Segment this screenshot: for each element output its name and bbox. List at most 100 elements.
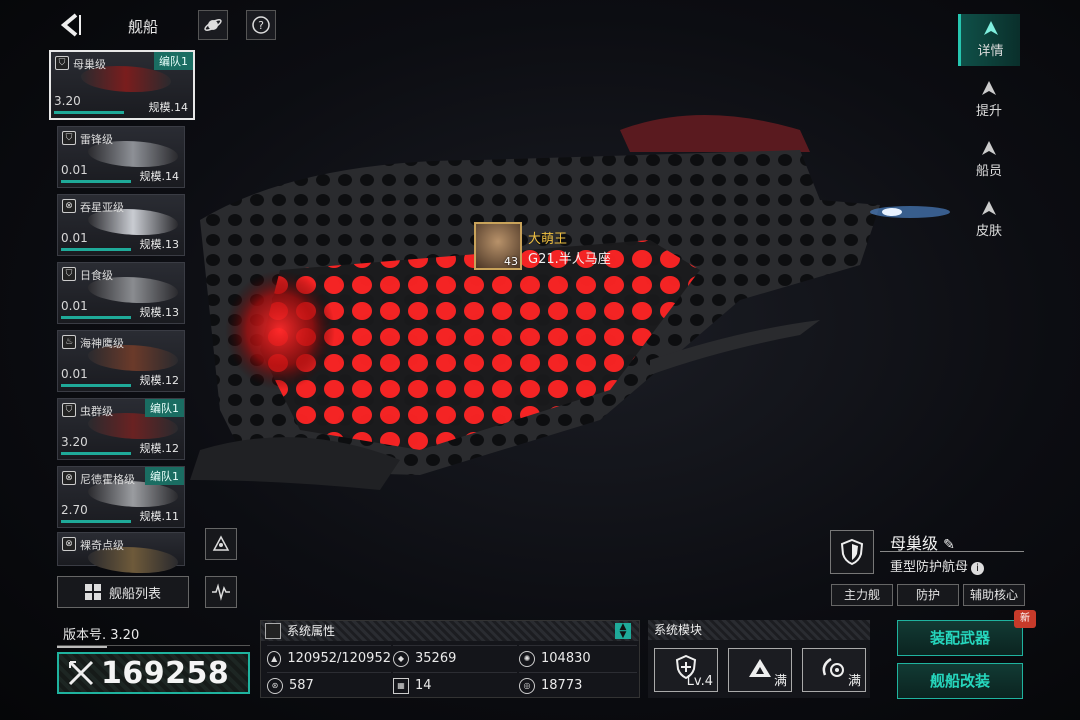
tab-upgrade[interactable]: 提升 (958, 74, 1020, 126)
ship-class-badge (830, 530, 874, 574)
stats-button[interactable] (205, 576, 237, 608)
attributes-icon (265, 623, 281, 639)
role-tag: 主力舰 (831, 584, 893, 606)
ship-class-icon: ⊗ (62, 199, 76, 213)
ship-card[interactable]: ⛉ 母巢级 编队1 3.20 规模.14 (49, 50, 195, 120)
module-attack-button[interactable]: 满 (728, 648, 792, 692)
target-icon: ◎ (519, 677, 535, 694)
ship-card[interactable]: ⊗ 吞星亚级 0.01 规模.13 (57, 194, 185, 256)
fleet-icon (212, 535, 230, 551)
ship-card[interactable]: ⛉ 雷锋级 0.01 规模.14 (57, 126, 185, 188)
ship-scale: 规模.13 (139, 238, 180, 251)
tab-label: 详情 (977, 44, 1004, 59)
ship-type: 重型防护航母 i (890, 556, 985, 575)
gear-rotate-icon (822, 657, 844, 677)
ship-class-name: 雷锋级 (80, 133, 113, 146)
divider (880, 551, 1024, 552)
ship-scale: 规模.14 (148, 101, 189, 114)
ship-class-name: 吞星亚级 (80, 201, 124, 214)
ship-version: 0.01 (61, 367, 88, 381)
player-level: 43 (504, 255, 518, 268)
ship-class-name: 海神鹰级 (80, 337, 124, 350)
waveform-icon (212, 583, 230, 601)
player-avatar[interactable]: 43 (474, 222, 522, 270)
tab-crew[interactable]: 船员 (958, 134, 1020, 186)
chevron-left-icon (60, 13, 81, 37)
system-attributes-panel: 系统属性 ▲ ▼ ▲ 120952/120952 ◆ 35269 ✺ 104830 ⊛ 5… (260, 620, 640, 698)
speed-icon: ⊛ (267, 677, 283, 694)
ship-card[interactable]: ♨ 海神鹰级 0.01 规模.12 (57, 330, 185, 392)
ship-scale: 规模.13 (139, 306, 180, 319)
tab-label: 船员 (975, 164, 1002, 179)
ship-class-name: 母巢级 (73, 58, 106, 71)
attr-value: 18773 (541, 678, 583, 693)
tab-label: 提升 (975, 104, 1002, 119)
detail-icon (983, 21, 998, 35)
ship-class-name: 尼德霍格级 (80, 473, 135, 486)
energy-icon: ✺ (519, 650, 535, 667)
progress-bar (54, 111, 124, 114)
ship-card[interactable]: ⛉ 虫群级 编队1 3.20 规模.12 (57, 398, 185, 460)
attr-cell: ▲ 120952/120952 (267, 645, 391, 671)
progress-bar (61, 316, 131, 319)
skin-icon (982, 201, 996, 215)
ship-scale: 规模.14 (139, 170, 180, 183)
planet-icon (204, 19, 222, 31)
ship-class-icon: ⛉ (62, 131, 76, 145)
module-defense-button[interactable]: Lv.4 (654, 648, 718, 692)
hull-icon: ▲ (267, 650, 282, 667)
tab-skin[interactable]: 皮肤 (958, 194, 1020, 246)
attr-cell: ⊛ 587 (267, 672, 391, 698)
panel-title: 系统模块 (654, 623, 703, 637)
ship-scale: 规模.12 (139, 374, 180, 387)
info-icon[interactable]: i (971, 562, 985, 575)
galaxy-button[interactable] (198, 10, 228, 40)
ship-version: 0.01 (61, 163, 88, 177)
ship-card[interactable]: ⊗ 尼德霍格级 编队1 2.70 规模.11 (57, 466, 185, 528)
page-title: 舰船 (128, 18, 159, 36)
checker-icon: ▦ (393, 677, 409, 694)
module-level: Lv.4 (686, 674, 713, 689)
module-level: 满 (847, 674, 861, 689)
armor-icon: ◆ (393, 650, 409, 667)
ship-card[interactable]: ⛉ 日食级 0.01 规模.13 (57, 262, 185, 324)
ship-version: 0.01 (61, 299, 88, 313)
ship-class-name: 日食级 (80, 269, 113, 282)
ship-model-view[interactable] (180, 90, 960, 530)
module-support-button[interactable]: 满 (802, 648, 866, 692)
back-button[interactable] (58, 12, 84, 38)
ship-list-label: 舰船列表 (108, 586, 161, 602)
ship-class-icon: ⊗ (62, 537, 76, 551)
panel-title: 系统属性 (287, 624, 336, 638)
progress-bar (61, 248, 131, 251)
crew-icon (982, 141, 996, 155)
attr-cell: ◎ 18773 (519, 672, 637, 698)
crossed-swords-icon (68, 660, 94, 686)
system-modules-panel: 系统模块 Lv.4 满 满 (648, 620, 870, 698)
attr-value: 587 (289, 678, 314, 693)
ship-class-icon: ⛉ (62, 267, 76, 281)
fleet-filter-button[interactable] (205, 528, 237, 560)
ship-class-icon: ⛉ (62, 403, 76, 417)
fleet-badge: 编队1 (154, 52, 193, 70)
ship-version: 3.20 (61, 435, 88, 449)
equip-weapons-button[interactable]: 装配武器 (897, 620, 1023, 656)
tab-detail[interactable]: 详情 (958, 14, 1020, 66)
help-button[interactable]: ? (246, 10, 276, 40)
toggle-arrows-icon[interactable]: ▲ ▼ (615, 623, 631, 640)
svg-text:?: ? (258, 19, 264, 32)
fleet-badge: 编队1 (145, 467, 184, 485)
ship-modify-button[interactable]: 舰船改装 (897, 663, 1023, 699)
ship-scale: 规模.12 (139, 442, 180, 455)
progress-bar (61, 520, 131, 523)
ship-scale: 规模.11 (139, 510, 180, 523)
module-level: 满 (773, 674, 787, 689)
grid-icon (84, 584, 101, 600)
ship-class-name: 裸奇点级 (80, 539, 124, 552)
version-bar (57, 646, 107, 648)
ship-list-button[interactable]: 舰船列表 (57, 576, 189, 608)
tab-label: 皮肤 (975, 224, 1002, 239)
ship-card[interactable]: ⊗ 裸奇点级 (57, 532, 185, 573)
attr-value: 14 (415, 678, 432, 693)
ship-version: 0.01 (61, 231, 88, 245)
